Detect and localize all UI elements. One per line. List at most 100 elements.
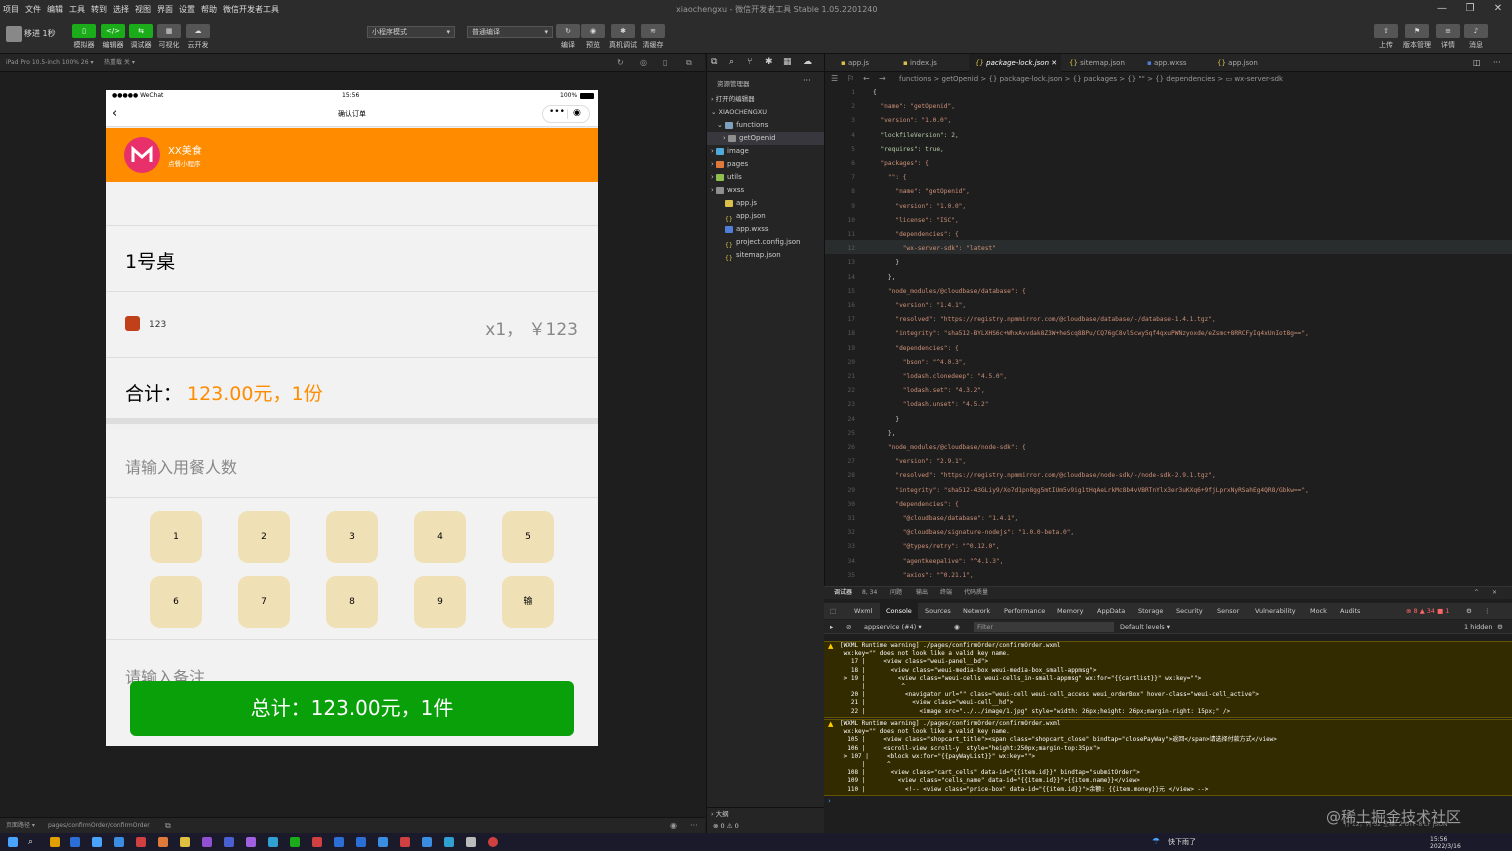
code-line[interactable]: 3 "version": "1.0.0", [825, 114, 1512, 128]
tab-console[interactable]: Console [880, 603, 918, 619]
tab-indexjs[interactable]: ▪ index.js [897, 54, 969, 72]
tree-item-image[interactable]: › image [707, 145, 825, 158]
code-line[interactable]: 9 "version": "1.0.0", [825, 200, 1512, 214]
app-icon[interactable] [70, 837, 80, 847]
close-icon[interactable]: ✕ [1484, 0, 1512, 18]
sidebar-toggle-icon[interactable]: ▸ [830, 620, 833, 634]
code-line[interactable]: 22 "lodash.set": "4.3.2", [825, 384, 1512, 398]
more-icon[interactable]: ••• [549, 107, 565, 117]
tree-item-appwxss[interactable]: app.wxss [707, 223, 825, 236]
code-line[interactable]: 23 "lodash.unset": "4.5.2" [825, 398, 1512, 412]
tab-appjson[interactable]: {} app.json [1213, 54, 1283, 72]
app-icon[interactable] [246, 837, 256, 847]
key-2[interactable]: 2 [238, 511, 290, 563]
tab-memory[interactable]: Memory [1057, 603, 1083, 619]
close-panel-icon[interactable]: ✕ [1492, 587, 1497, 599]
messages-button[interactable]: ♪ 消息 [1460, 24, 1492, 50]
tree-item-wxss[interactable]: › wxss [707, 184, 825, 197]
menu-item[interactable]: 文件 [22, 4, 44, 15]
key-6[interactable]: 6 [150, 576, 202, 628]
tab-storage[interactable]: Storage [1138, 603, 1163, 619]
maximize-icon[interactable]: ❐ [1456, 0, 1484, 18]
code-line[interactable]: 14 }, [825, 271, 1512, 285]
more-icon[interactable]: ··· [803, 76, 811, 85]
app-icon[interactable] [136, 837, 146, 847]
app-icon[interactable] [488, 837, 498, 847]
key-5[interactable]: 5 [502, 511, 554, 563]
tab-sitemap[interactable]: {} sitemap.json [1063, 54, 1143, 72]
code-line[interactable]: 25 }, [825, 427, 1512, 441]
list-icon[interactable]: ☰ [831, 72, 838, 86]
inspect-icon[interactable]: ⬚ [830, 603, 836, 619]
tab-security[interactable]: Security [1176, 603, 1203, 619]
code-line[interactable]: 35 "axios": "^0.21.1", [825, 569, 1512, 583]
search-icon[interactable]: ⌕ [729, 57, 734, 67]
app-icon[interactable] [268, 837, 278, 847]
key-7[interactable]: 7 [238, 576, 290, 628]
code-line[interactable]: 28 "resolved": "https://registry.npmmirr… [825, 469, 1512, 483]
filter-input[interactable]: Filter [974, 622, 1114, 632]
tree-item-utils[interactable]: › utils [707, 171, 825, 184]
menu-item[interactable]: 转到 [88, 4, 110, 15]
code-line[interactable]: 15 "node_modules/@cloudbase/database": { [825, 285, 1512, 299]
visual-button[interactable]: ▦ 可视化 [153, 24, 185, 50]
tree-item-appjs[interactable]: app.js [707, 197, 825, 210]
tree-item-projectconfig[interactable]: {} project.config.json [707, 236, 825, 249]
tab-sensor[interactable]: Sensor [1217, 603, 1239, 619]
levels-select[interactable]: Default levels ▾ [1120, 620, 1170, 634]
rotate-icon[interactable]: ↻ [617, 54, 624, 72]
code-line[interactable]: 20 "bson": "^4.0.3", [825, 356, 1512, 370]
tab-problems[interactable]: 问题 [890, 587, 902, 599]
menu-item[interactable]: 帮助 [198, 4, 220, 15]
tab-wxml[interactable]: Wxml [854, 603, 872, 619]
close-mini-icon[interactable]: ◉ [573, 108, 581, 118]
back-icon[interactable]: ← [863, 72, 870, 86]
open-editors-section[interactable]: › 打开的编辑器 [707, 93, 825, 106]
app-icon[interactable] [334, 837, 344, 847]
eye-icon[interactable]: ◉ [670, 818, 677, 834]
code-area[interactable]: 1{2 "name": "getOpenid", 3 "version": "1.… [825, 86, 1512, 584]
code-line[interactable]: 24 } [825, 413, 1512, 427]
code-line[interactable]: 11 "dependencies": { [825, 228, 1512, 242]
outline-section[interactable]: › 大纲 [707, 807, 825, 820]
tab-output[interactable]: 输出 [916, 587, 928, 599]
word-icon[interactable] [356, 837, 366, 847]
remote-debug-button[interactable]: ✱ 真机调试 [607, 24, 639, 50]
code-line[interactable]: 7 "": { [825, 171, 1512, 185]
app-icon[interactable] [400, 837, 410, 847]
key-4[interactable]: 4 [414, 511, 466, 563]
menu-item[interactable]: 编辑 [44, 4, 66, 15]
app-icon[interactable] [224, 837, 234, 847]
settings-icon[interactable]: ⚙ [1466, 603, 1472, 619]
app-icon[interactable] [92, 837, 102, 847]
code-line[interactable]: 31 "@cloudbase/database": "1.4.1", [825, 512, 1512, 526]
settings-icon[interactable]: ⚙ [1497, 620, 1503, 634]
search-icon[interactable]: ⌕ [28, 837, 38, 847]
mode-select[interactable]: 小程序模式 ▾ [367, 26, 455, 38]
code-line[interactable]: 26 "node_modules/@cloudbase/node-sdk": { [825, 441, 1512, 455]
forward-icon[interactable]: → [879, 72, 886, 86]
popout-icon[interactable]: ⧉ [686, 54, 692, 72]
app-icon[interactable] [378, 837, 388, 847]
more-icon[interactable]: ⋮ [1484, 603, 1491, 619]
more-icon[interactable]: ··· [690, 818, 698, 834]
breadcrumb[interactable]: ☰ ⚐ ← → functions > getOpenid > {} packa… [825, 72, 1512, 86]
people-input[interactable]: 请输入用餐人数 [106, 430, 598, 498]
code-line[interactable]: 17 "resolved": "https://registry.npmmirr… [825, 313, 1512, 327]
device-select[interactable]: iPad Pro 10.5-inch 100% 26 ▾ [6, 54, 93, 72]
code-line[interactable]: 33 "@types/retry": "^0.12.0", [825, 540, 1512, 554]
page-path-label[interactable]: 页面路径 ▾ [6, 818, 35, 834]
record-icon[interactable]: ◎ [640, 54, 647, 72]
tree-item-sitemap[interactable]: {} sitemap.json [707, 249, 825, 262]
code-line[interactable]: 8 "name": "getOpenid", [825, 185, 1512, 199]
code-line[interactable]: 34 "agentkeepalive": "^4.1.3", [825, 555, 1512, 569]
tab-sources[interactable]: Sources [925, 603, 951, 619]
tab-terminal[interactable]: 终端 [940, 587, 952, 599]
split-editor-icon[interactable]: ◫ [1473, 58, 1481, 67]
tab-appwxss[interactable]: ▪ app.wxss [1143, 54, 1215, 72]
tab-audits[interactable]: Audits [1340, 603, 1360, 619]
tab-network[interactable]: Network [963, 603, 990, 619]
bookmark-icon[interactable]: ⚐ [847, 72, 854, 86]
error-counts[interactable]: ⊗ 8 ▲ 34 ■ 1 [1406, 603, 1449, 619]
tree-item-pages[interactable]: › pages [707, 158, 825, 171]
